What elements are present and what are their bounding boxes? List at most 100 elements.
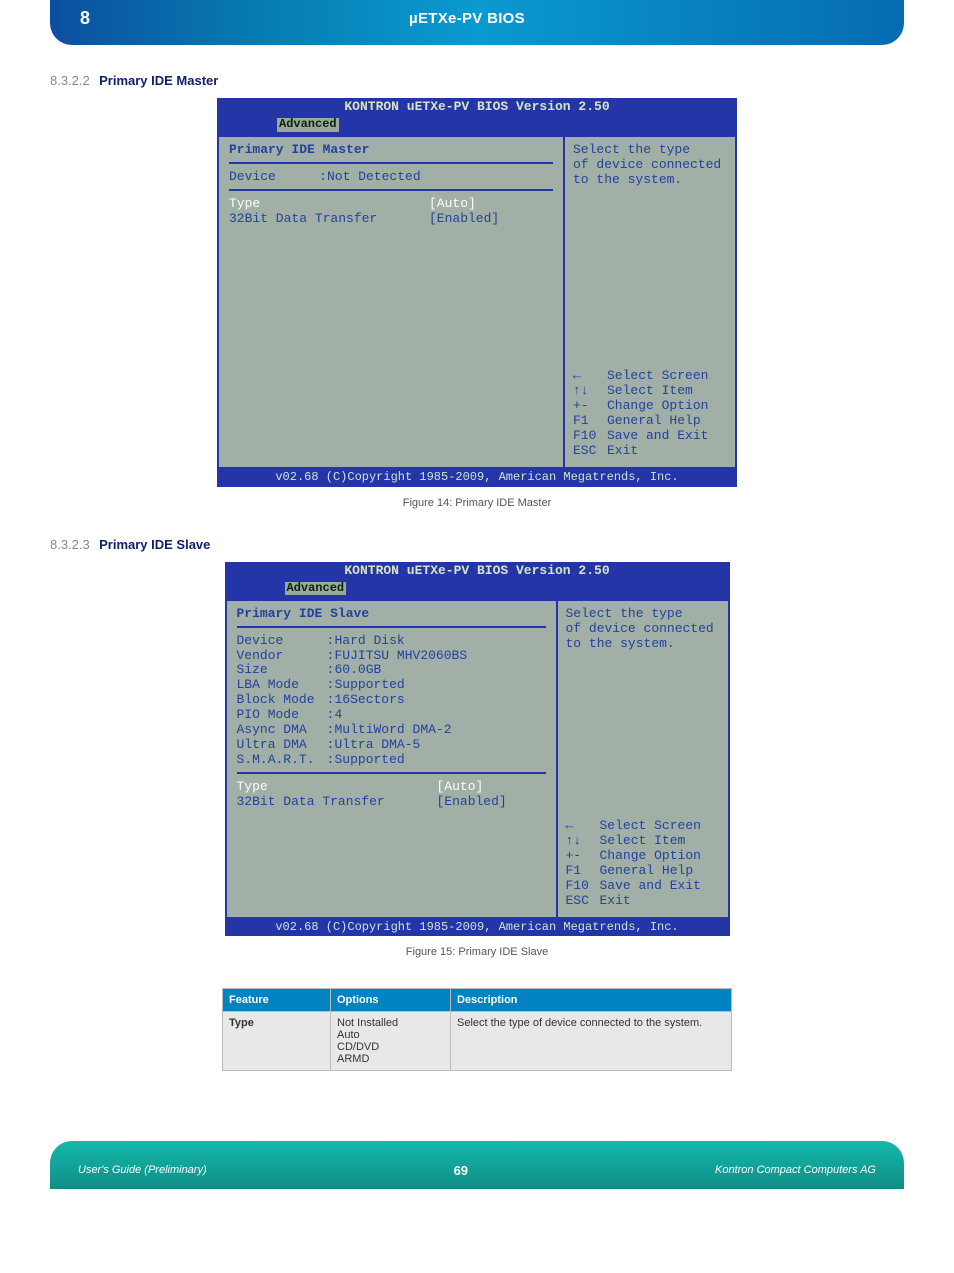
- bios-key-desc: Select Screen: [600, 819, 701, 834]
- bios-info-key: Ultra DMA: [237, 738, 327, 753]
- section-heading-master: 8.3.2.2 Primary IDE Master: [50, 73, 904, 88]
- bios-info-val: Not Detected: [327, 170, 553, 185]
- bios-key: ←: [566, 819, 600, 834]
- bios-title: KONTRON uETXe-PV BIOS Version 2.50: [217, 98, 737, 117]
- bios-info-row: Block Mode:16Sectors: [237, 693, 546, 708]
- bios-info-key: Size: [237, 663, 327, 678]
- bios-tab-advanced[interactable]: Advanced: [277, 118, 339, 132]
- bios-right-pane: Select the type of device connected to t…: [558, 601, 728, 917]
- figure-caption: Figure 15: Primary IDE Slave: [50, 946, 904, 958]
- bios-option-32bit[interactable]: 32Bit Data Transfer [Enabled]: [237, 795, 546, 810]
- footer-left: User's Guide (Preliminary): [78, 1164, 207, 1176]
- bios-option-32bit[interactable]: 32Bit Data Transfer [Enabled]: [229, 212, 553, 227]
- bios-info-row: Ultra DMA:Ultra DMA-5: [237, 738, 546, 753]
- bios-title: KONTRON uETXe-PV BIOS Version 2.50: [225, 562, 730, 581]
- bios-key: +-: [566, 849, 600, 864]
- bios-screenshot-slave: KONTRON uETXe-PV BIOS Version 2.50 Advan…: [225, 562, 730, 937]
- bios-key-row: F10Save and Exit: [566, 879, 722, 894]
- bios-info-val: Supported: [335, 753, 546, 768]
- bios-key: ↑↓: [566, 834, 600, 849]
- bios-option-value: [Enabled]: [429, 212, 553, 227]
- bios-tab-row: Advanced: [225, 581, 730, 599]
- bios-key-row: F1General Help: [573, 414, 729, 429]
- bios-screenshot-master: KONTRON uETXe-PV BIOS Version 2.50 Advan…: [217, 98, 737, 487]
- bios-info-val: Supported: [335, 678, 546, 693]
- bios-info-key: Block Mode: [237, 693, 327, 708]
- bios-key-row: F10Save and Exit: [573, 429, 729, 444]
- bios-info-key: Device: [237, 634, 327, 649]
- table-header: Description: [451, 989, 732, 1012]
- bios-info-key: S.M.A.R.T.: [237, 753, 327, 768]
- bios-key-desc: Save and Exit: [600, 879, 701, 894]
- table-row: TypeNot InstalledAutoCD/DVDARMDSelect th…: [223, 1012, 732, 1071]
- bios-key-desc: General Help: [607, 414, 701, 429]
- bios-key: +-: [573, 399, 607, 414]
- bios-info-val: 16Sectors: [335, 693, 546, 708]
- bios-left-pane: Primary IDE Master Device : Not Detected…: [219, 137, 565, 467]
- options-cell: Not InstalledAutoCD/DVDARMD: [331, 1012, 451, 1071]
- bios-info-row: Device:Hard Disk: [237, 634, 546, 649]
- bios-option-type[interactable]: Type [Auto]: [237, 780, 546, 795]
- bios-section-title: Primary IDE Slave: [237, 607, 546, 622]
- bios-info-row: LBA Mode:Supported: [237, 678, 546, 693]
- bios-info-row: Async DMA:MultiWord DMA-2: [237, 723, 546, 738]
- bios-key-row: ESCExit: [566, 894, 722, 909]
- bios-key-desc: Save and Exit: [607, 429, 708, 444]
- bios-key-row: ↑↓Select Item: [573, 384, 729, 399]
- bios-info-row: PIO Mode:4: [237, 708, 546, 723]
- bios-key: F10: [573, 429, 607, 444]
- bios-copyright: v02.68 (C)Copyright 1985-2009, American …: [217, 469, 737, 487]
- bios-info-row: Device : Not Detected: [229, 170, 553, 185]
- bios-key-desc: Change Option: [607, 399, 708, 414]
- table-header: Options: [331, 989, 451, 1012]
- bios-key-desc: Exit: [607, 444, 638, 459]
- bios-key-desc: Select Item: [607, 384, 693, 399]
- bios-info-key: Device: [229, 170, 319, 185]
- figure-caption: Figure 14: Primary IDE Master: [50, 497, 904, 509]
- bios-key-row: F1General Help: [566, 864, 722, 879]
- feature-table: FeatureOptionsDescription TypeNot Instal…: [222, 988, 732, 1071]
- bios-option-label: Type: [237, 780, 437, 795]
- bios-option-label: 32Bit Data Transfer: [237, 795, 437, 810]
- description-cell: Select the type of device connected to t…: [451, 1012, 732, 1071]
- bios-key-desc: Select Item: [600, 834, 686, 849]
- bios-key-row: ESCExit: [573, 444, 729, 459]
- bios-key-row: ↑↓Select Item: [566, 834, 722, 849]
- bios-key: ESC: [573, 444, 607, 459]
- bios-tab-advanced[interactable]: Advanced: [285, 582, 347, 596]
- bios-left-pane: Primary IDE Slave Device:Hard DiskVendor…: [227, 601, 558, 917]
- bios-info-val: MultiWord DMA-2: [335, 723, 546, 738]
- bios-key-row: ←Select Screen: [566, 819, 722, 834]
- bios-key-desc: General Help: [600, 864, 694, 879]
- section-text: Primary IDE Master: [99, 73, 218, 88]
- bios-info-row: S.M.A.R.T.:Supported: [237, 753, 546, 768]
- bios-info-key: Vendor: [237, 649, 327, 664]
- bios-option-value: [Auto]: [437, 780, 546, 795]
- bios-info-val: Ultra DMA-5: [335, 738, 546, 753]
- bios-info-key: LBA Mode: [237, 678, 327, 693]
- bios-key: F1: [566, 864, 600, 879]
- bios-info-row: Size:60.0GB: [237, 663, 546, 678]
- bios-key-legend: ←Select Screen↑↓Select Item+-Change Opti…: [566, 819, 722, 909]
- bios-key-row: +-Change Option: [573, 399, 729, 414]
- bios-right-pane: Select the type of device connected to t…: [565, 137, 735, 467]
- bios-key-row: +-Change Option: [566, 849, 722, 864]
- bios-key: F1: [573, 414, 607, 429]
- chapter-title: µETXe-PV BIOS: [90, 10, 844, 27]
- bios-info-key: PIO Mode: [237, 708, 327, 723]
- page-footer: User's Guide (Preliminary) 69 Kontron Co…: [50, 1141, 904, 1189]
- bios-help-text: Select the type of device connected to t…: [573, 143, 729, 188]
- bios-key-desc: Change Option: [600, 849, 701, 864]
- bios-key: F10: [566, 879, 600, 894]
- footer-page: 69: [207, 1163, 715, 1178]
- bios-tab-row: Advanced: [217, 117, 737, 135]
- bios-option-type[interactable]: Type [Auto]: [229, 197, 553, 212]
- section-number: 8.3.2.2: [50, 73, 90, 88]
- footer-right: Kontron Compact Computers AG: [715, 1164, 876, 1176]
- bios-help-text: Select the type of device connected to t…: [566, 607, 722, 652]
- bios-info-val: FUJITSU MHV2060BS: [335, 649, 546, 664]
- bios-option-label: 32Bit Data Transfer: [229, 212, 429, 227]
- bios-key-desc: Select Screen: [607, 369, 708, 384]
- bios-info-key: Async DMA: [237, 723, 327, 738]
- feature-cell: Type: [223, 1012, 331, 1071]
